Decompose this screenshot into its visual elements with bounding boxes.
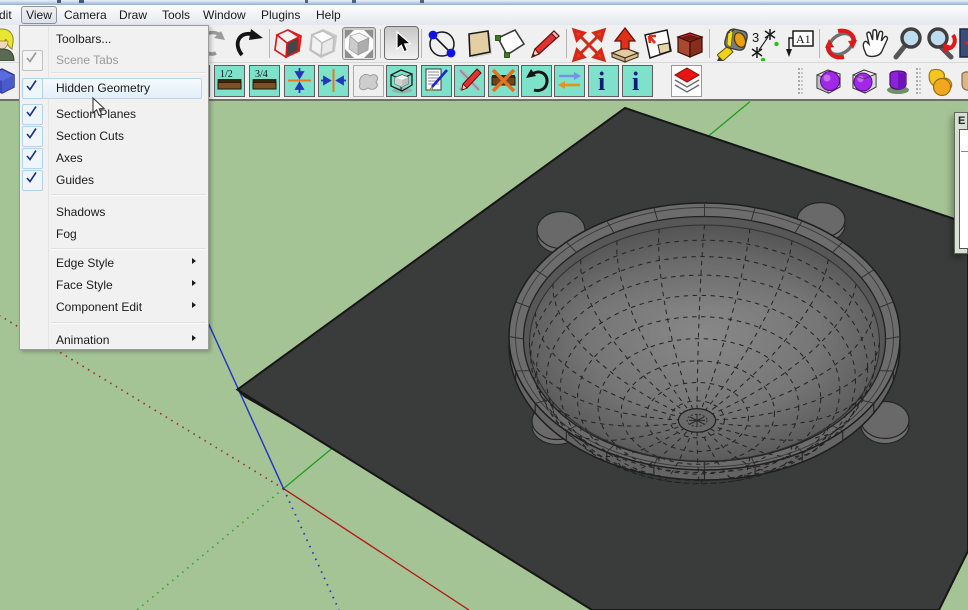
svg-text:i: i: [598, 67, 605, 95]
svg-text:3: 3: [752, 30, 759, 45]
svg-text:A1: A1: [796, 32, 811, 46]
svg-text:3/4: 3/4: [255, 69, 268, 80]
svg-text:i: i: [632, 67, 639, 95]
svg-text:1/2: 1/2: [220, 69, 233, 80]
